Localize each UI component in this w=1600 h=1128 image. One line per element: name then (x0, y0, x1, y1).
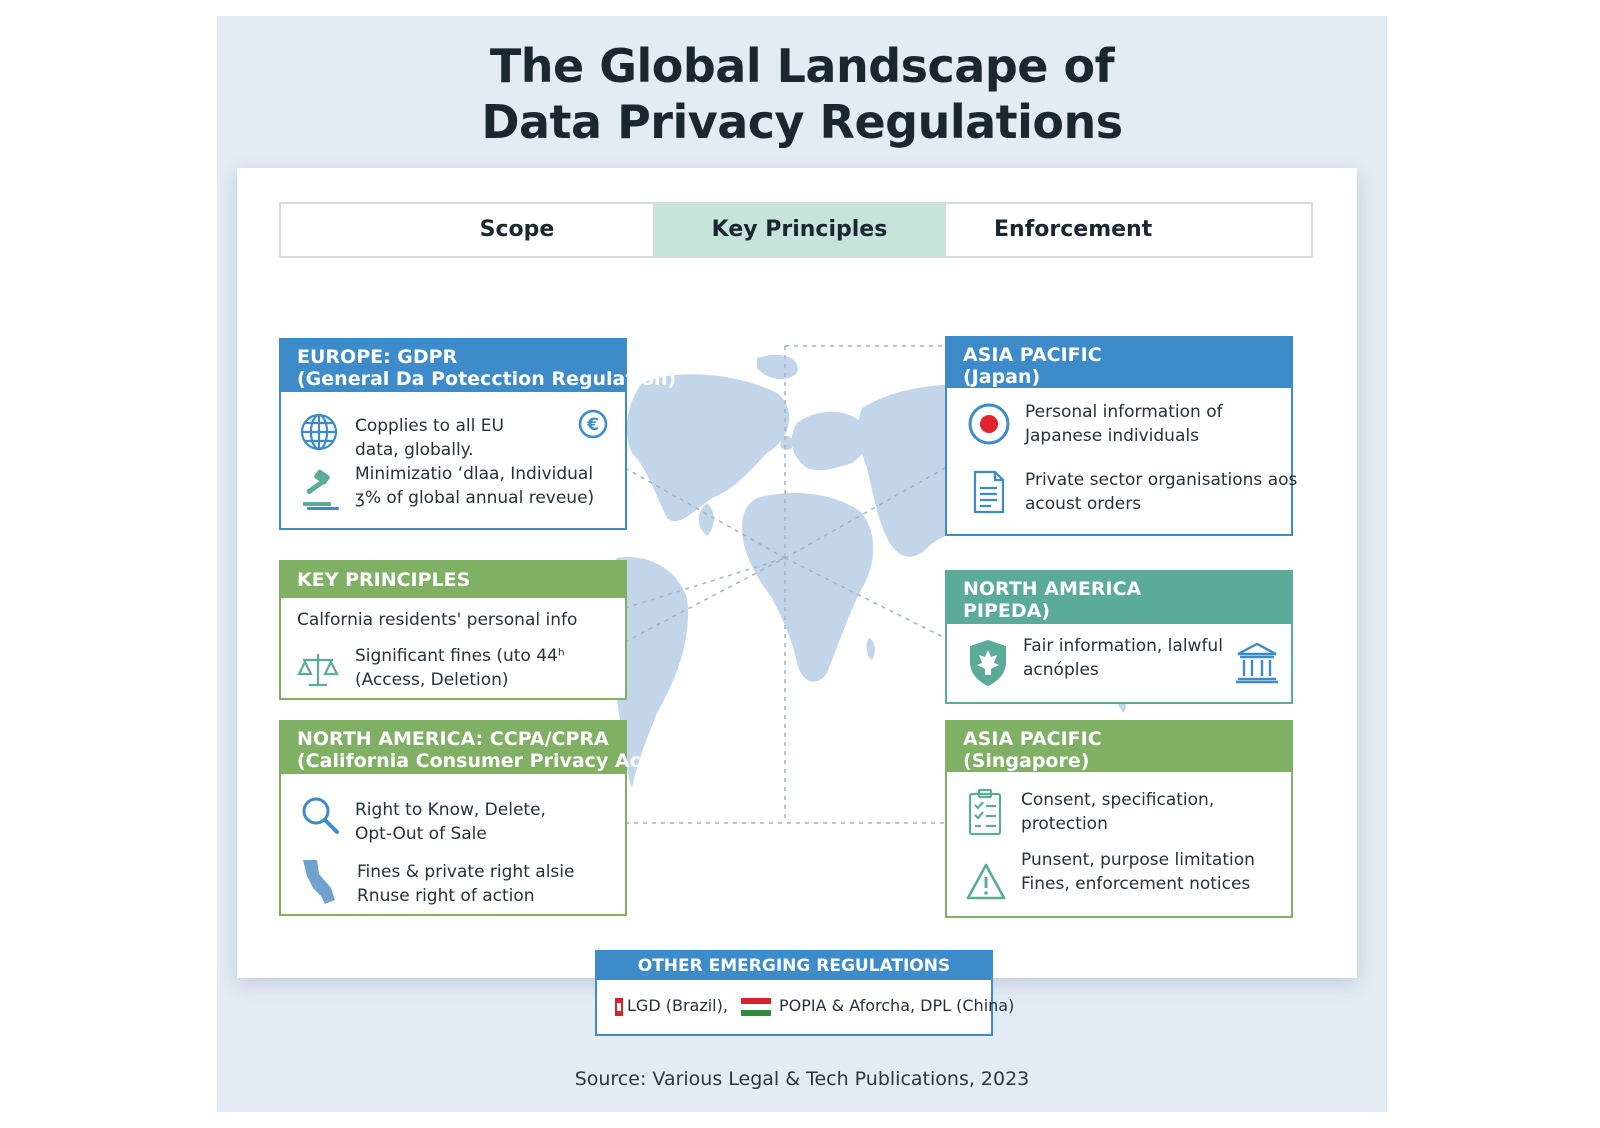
tab-bar: Scope Key Principles Enforcement (279, 202, 1313, 258)
pipeda-line-1: Fair information, lalwful (1023, 636, 1223, 656)
infographic: The Global Landscape of Data Privacy Reg… (217, 16, 1387, 1112)
japan-scope-line-1: Personal information of (1025, 402, 1223, 422)
other-emerging-regulations: OTHER EMERGING REGULATIONS LGD (Brazil),… (595, 950, 1014, 1036)
card-subtitle: (California Consumer Privacy Act) (297, 750, 659, 772)
japan-flag-icon (968, 403, 1010, 445)
ccpa-rights-line-1: Right to Know, Delete, (355, 800, 546, 820)
emerging-item-1: LGD (Brazil), (627, 996, 728, 1015)
courthouse-icon (1236, 642, 1278, 684)
card-key-principles: KEY PRINCIPLES Calfornia residents' pers… (279, 560, 627, 700)
singapore-enforcement-line-2: Fines, enforcement notices (1021, 874, 1251, 894)
card-europe-gdpr: EUROPE: GDPR (General Da Potecction Regu… (279, 338, 677, 530)
card-title: ASIA PACIFIC (963, 728, 1102, 750)
maple-shield-icon (970, 640, 1006, 686)
document-icon (973, 470, 1005, 514)
japan-enforcement-line-2: acoust orders (1025, 494, 1142, 514)
tab-key-principles[interactable]: Key Principles (653, 204, 946, 256)
card-header: ASIA PACIFIC (Singapore) (947, 722, 1291, 772)
card-title: NORTH AMERICA (963, 578, 1142, 600)
title-line-1: The Global Landscape of (489, 39, 1115, 93)
europe-shape (791, 411, 870, 471)
japan-enforcement-line-1: Private sector organisations aos (1025, 470, 1298, 490)
warning-icon (966, 863, 1006, 900)
singapore-enforcement-line-1: Punsent, purpose limitation (1021, 850, 1255, 870)
california-shape-icon (303, 860, 335, 904)
emerging-list: LGD (Brazil), POPIA & Aforcha, DPL (Chin… (611, 994, 1014, 1018)
card-header: EUROPE: GDPR (General Da Potecction Regu… (281, 340, 677, 392)
card-asia-pacific-singapore: ASIA PACIFIC (Singapore) Consent, specif… (945, 720, 1293, 918)
card-title: NORTH AMERICA: CCPA/CPRA (297, 728, 609, 750)
japan-scope-line-2: Japanese individuals (1025, 426, 1199, 446)
emerging-header: OTHER EMERGING REGULATIONS (597, 952, 991, 980)
tab-enforcement[interactable]: Enforcement (946, 204, 1311, 256)
key-principles-line-1: Calfornia residents' personal info (297, 610, 578, 630)
magnifier-icon (302, 797, 339, 834)
gdpr-scope-line-1: Copplies to all EU (355, 416, 504, 436)
card-asia-pacific-japan: ASIA PACIFIC (Japan) Personal informatio… (945, 336, 1297, 536)
singapore-principles-line-1: Consent, specification, (1021, 790, 1215, 810)
checklist-icon (968, 788, 1002, 836)
card-subtitle: (Singapore) (963, 750, 1090, 772)
card-header: NORTH AMERICA: CCPA/CPRA (California Con… (281, 722, 659, 774)
card-title: ASIA PACIFIC (963, 344, 1102, 366)
pipeda-line-2: acnóples (1023, 660, 1099, 680)
brazil-flag-icon (615, 997, 623, 1016)
ccpa-rights-line-2: Opt-Out of Sale (355, 824, 487, 844)
card-title: EUROPE: GDPR (297, 346, 458, 368)
card-title: KEY PRINCIPLES (297, 569, 471, 591)
page-title: The Global Landscape of Data Privacy Reg… (217, 38, 1387, 150)
card-subtitle: (Japan) (963, 366, 1041, 388)
key-principles-line-3: (Access, Deletion) (355, 670, 509, 690)
source-caption: Source: Various Legal & Tech Publication… (574, 1068, 1030, 1090)
scales-icon (297, 654, 339, 687)
gdpr-principles-line-2: ʒ% of global annual reveue) (355, 488, 595, 508)
ccpa-fines-line-2: Rnuse right of action (357, 886, 535, 906)
africa-shape (742, 493, 874, 682)
globe-icon (300, 413, 338, 451)
key-principles-line-2: Significant fines (uto 4​4​ʰ (355, 646, 565, 666)
gavel-icon (303, 469, 339, 510)
flag-icon (741, 997, 772, 1016)
title-line-2: Data Privacy Regulations (481, 95, 1123, 149)
ccpa-fines-line-1: Fines & private right alsie (357, 862, 575, 882)
gdpr-scope-line-2: data, globally. (355, 440, 474, 460)
tab-scope[interactable]: Scope (281, 204, 653, 256)
svg-text:€: € (586, 415, 599, 435)
content-panel: Scope Key Principles Enforcement EUROPE:… (237, 168, 1357, 978)
emerging-item-2: POPIA & Aforcha, DPL (China) (779, 996, 1015, 1015)
euro-icon: € (578, 409, 608, 439)
card-subtitle: PIPEDA) (963, 600, 1051, 622)
card-north-america-ccpa: NORTH AMERICA: CCPA/CPRA (California Con… (279, 720, 659, 916)
card-header: NORTH AMERICA PIPEDA) (947, 572, 1291, 624)
card-north-america-pipeda: NORTH AMERICA PIPEDA) Fair information, … (945, 570, 1293, 704)
card-header: ASIA PACIFIC (Japan) (947, 338, 1291, 388)
card-subtitle: (General Da Potecction Regulation) (297, 368, 677, 390)
card-header: KEY PRINCIPLES (281, 562, 625, 598)
gdpr-principles-line-1: Minimizatio​ ​ʻdlaa, Individual (355, 464, 594, 484)
singapore-principles-line-2: protection (1021, 814, 1108, 834)
